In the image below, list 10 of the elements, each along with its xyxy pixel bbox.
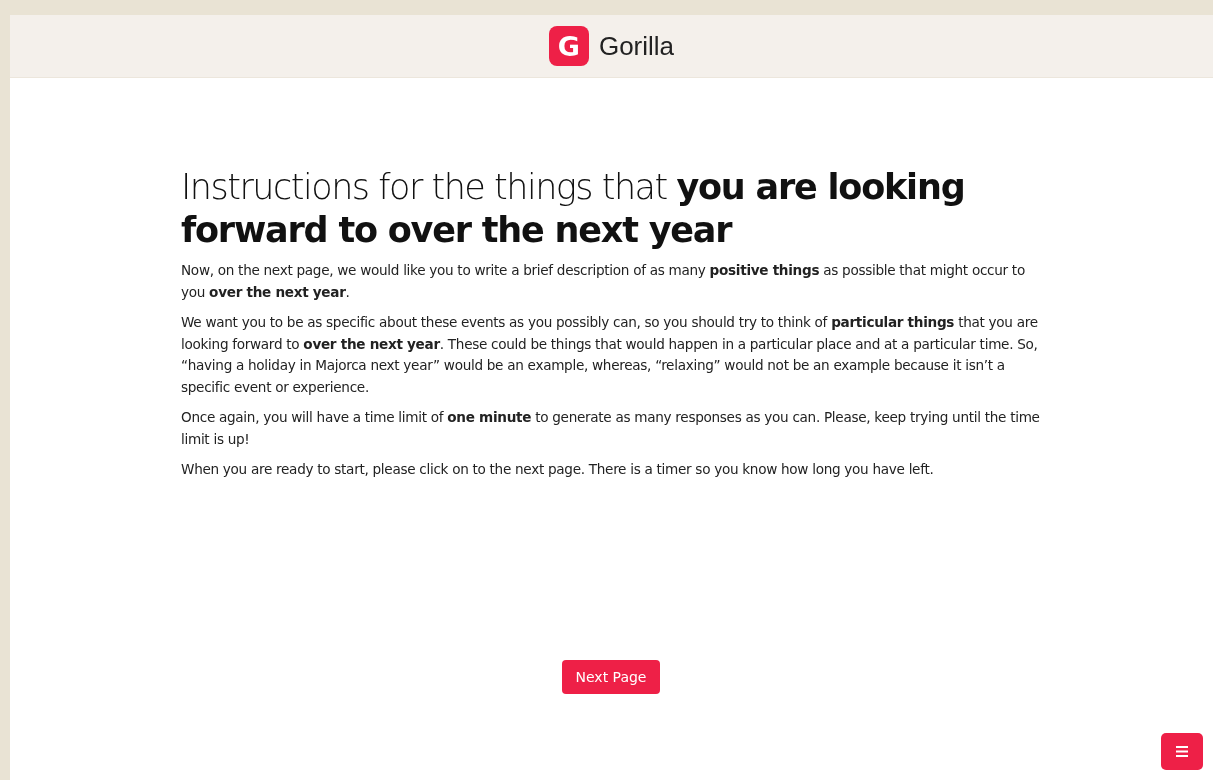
menu-icon xyxy=(1176,746,1188,757)
logo-icon: G xyxy=(548,26,589,66)
instruction-paragraph: We want you to be as specific about these events as you possibly can, so you should try to think of particular things that you are looking forward to over the next year. These could be things that would happen in a particular place and at a particular time. So, “having a holiday in Majorca next year” would be an example, whereas, “relaxing” would not be an example because it isn’t a specific event or experience. xyxy=(181,313,1039,397)
instruction-paragraph: Once again, you will have a time limit of one minute to generate as many responses as you can. Please, keep trying until the time limit is up! xyxy=(181,408,1041,449)
next-page-button[interactable]: Next Page xyxy=(561,659,661,694)
brand-name: Gorilla xyxy=(598,30,675,62)
instruction-paragraph: When you are ready to start, please click on to the next page. There is a timer so you know how long you have left. xyxy=(181,460,935,479)
page-heading: Instructions for the things that you are looking forward to over the next year xyxy=(181,166,966,252)
instruction-paragraph: Now, on the next page, we would like you to write a brief description of as many positive things as possible that might occur to you over the next year. xyxy=(181,261,1026,302)
menu-button[interactable] xyxy=(1161,733,1203,770)
